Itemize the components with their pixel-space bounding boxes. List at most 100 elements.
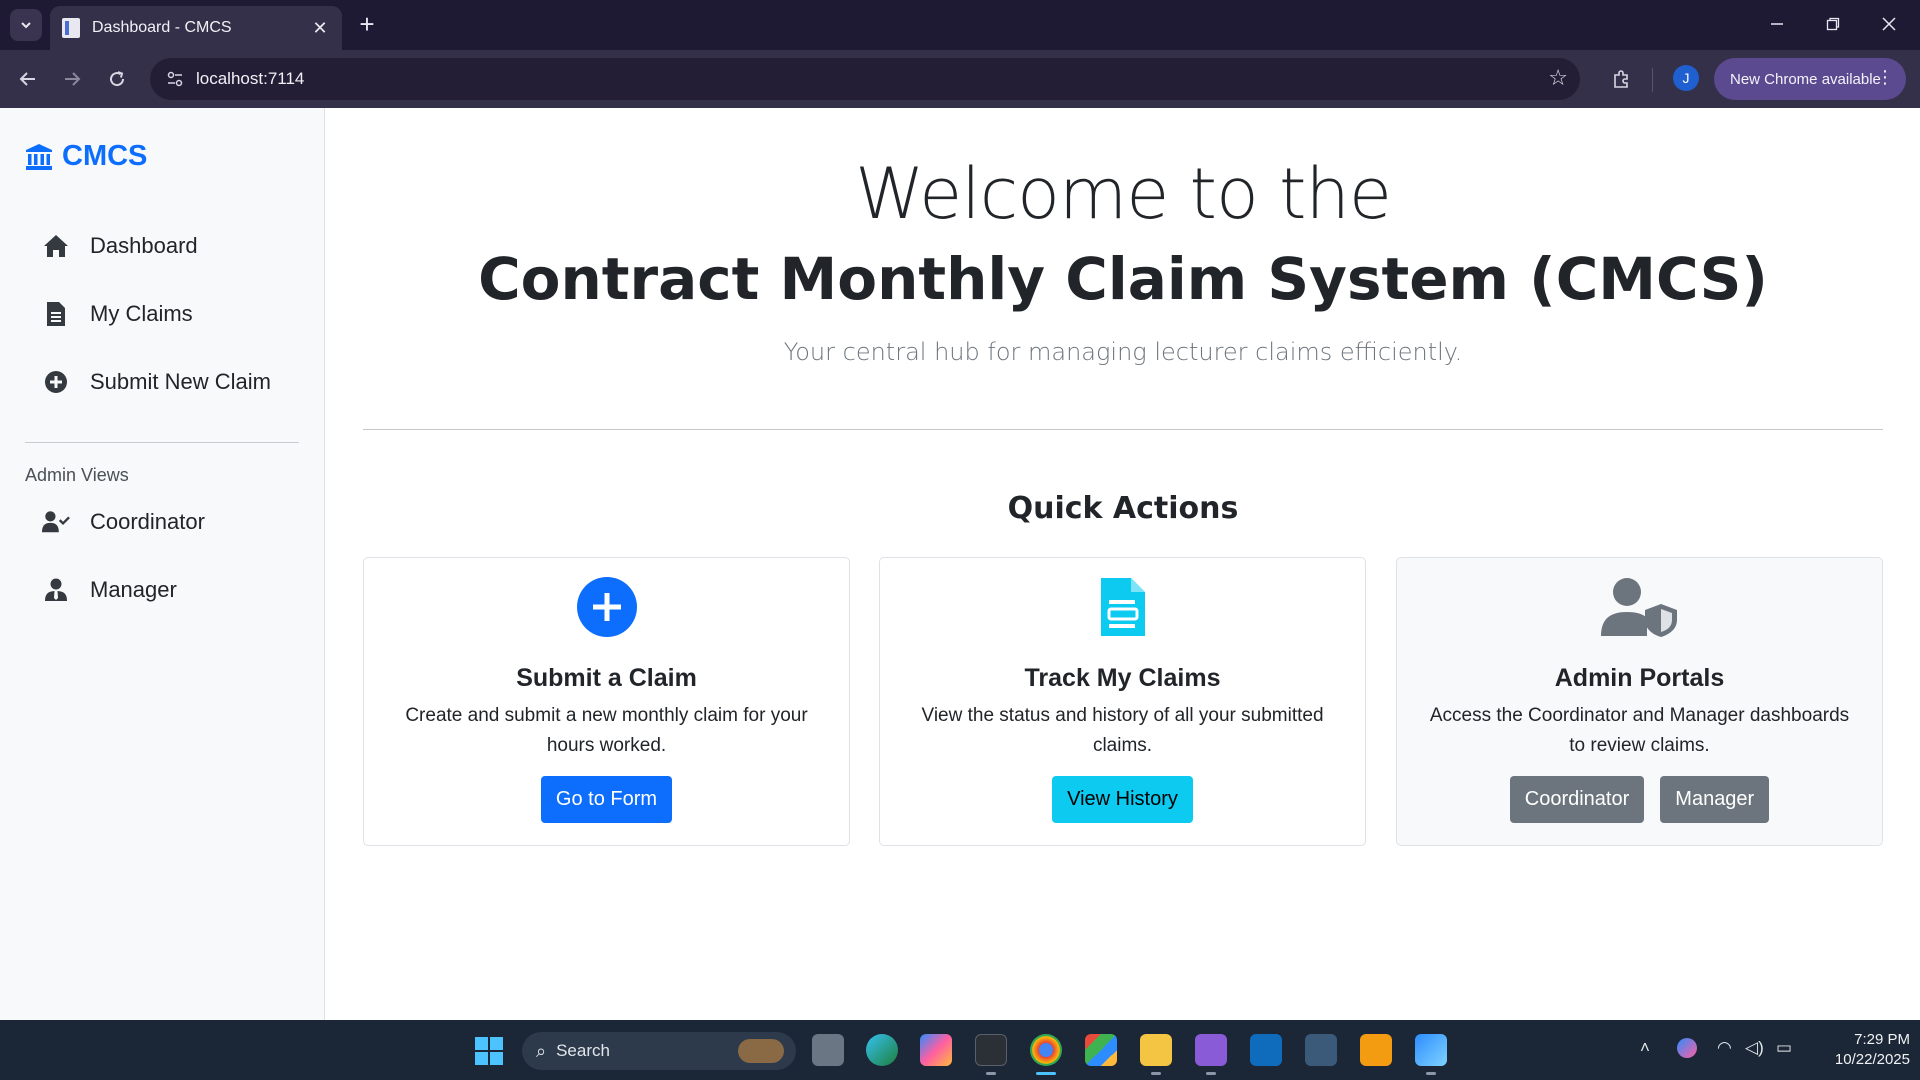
battery-icon[interactable]: ▭	[1776, 1038, 1792, 1058]
extensions-icon[interactable]	[1605, 63, 1637, 95]
admin-portals-card: Admin Portals Access the Coordinator and…	[1396, 557, 1883, 846]
home-icon	[42, 232, 70, 260]
file-explorer-icon[interactable]	[1140, 1034, 1172, 1066]
card-title: Admin Portals	[1554, 664, 1725, 692]
clock-date: 10/22/2025	[1834, 1051, 1910, 1068]
back-button[interactable]	[12, 63, 44, 95]
toolbar-separator	[1652, 68, 1653, 92]
edge-icon[interactable]	[866, 1034, 898, 1066]
card-text: View the status and history of all your …	[921, 705, 1324, 756]
reload-icon	[110, 71, 125, 87]
chrome-icon[interactable]	[1030, 1034, 1062, 1066]
arrow-left-icon	[19, 72, 35, 86]
store-icon[interactable]	[1085, 1034, 1117, 1066]
user-tie-icon	[42, 576, 70, 604]
lead-text: Your central hub for managing lecturer c…	[783, 338, 1463, 366]
photos-running-indicator	[1426, 1072, 1436, 1075]
welcome-heading: Welcome to the	[855, 153, 1392, 235]
more-menu-icon[interactable]: ⋮	[1876, 67, 1894, 88]
reload-button[interactable]	[101, 63, 133, 95]
bookmark-star-icon[interactable]: ☆	[1548, 65, 1568, 91]
track-claims-card: Track My Claims View the status and hist…	[879, 557, 1366, 846]
brand-link[interactable]: CMCS	[24, 140, 147, 173]
tab-title: Dashboard - CMCS	[92, 19, 232, 36]
windows-logo-icon	[475, 1037, 488, 1050]
page-title: Contract Monthly Claim System (CMCS)	[478, 245, 1768, 313]
sidebar-item-dashboard[interactable]: Dashboard	[42, 226, 198, 266]
card-title: Submit a Claim	[516, 664, 697, 692]
taskbar-clock[interactable]: 7:29 PM 10/22/2025	[1810, 1030, 1910, 1070]
database-tool-icon[interactable]	[1305, 1034, 1337, 1066]
forward-button[interactable]	[56, 63, 88, 95]
admin-views-heading: Admin Views	[25, 465, 129, 485]
close-tab-icon[interactable]: ✕	[310, 18, 330, 39]
tab-search-button[interactable]	[10, 9, 42, 41]
terminal-running-indicator	[986, 1072, 996, 1075]
sublime-text-icon[interactable]	[1360, 1034, 1392, 1066]
file-text-icon	[880, 576, 1365, 640]
view-history-button[interactable]: View History	[1052, 776, 1193, 823]
sidebar-item-my-claims[interactable]: My Claims	[42, 294, 193, 334]
new-chrome-label: New Chrome available	[1730, 70, 1881, 88]
chevron-down-icon	[21, 22, 31, 29]
browser-toolbar: localhost:7114 ☆	[0, 50, 1920, 108]
photos-icon[interactable]	[1415, 1034, 1447, 1066]
site-info-icon[interactable]	[160, 64, 190, 94]
plus-circle-icon	[364, 576, 849, 640]
clock-time: 7:29 PM	[1854, 1031, 1910, 1048]
chevron-up-icon[interactable]: ˄	[1640, 1038, 1650, 1058]
new-chrome-available-button[interactable]: New Chrome available ⋮	[1714, 58, 1906, 100]
user-shield-icon	[1397, 576, 1882, 640]
volume-icon[interactable]: ◁)	[1745, 1038, 1764, 1058]
card-actions: View History	[880, 776, 1365, 823]
sidebar-item-submit-new-claim[interactable]: Submit New Claim	[42, 362, 271, 402]
sidebar-item-label: My Claims	[90, 301, 193, 326]
coordinator-button[interactable]: Coordinator	[1509, 776, 1645, 823]
windows-start-button[interactable]	[475, 1037, 503, 1065]
copilot-tray-icon[interactable]	[1677, 1038, 1697, 1058]
user-check-icon	[42, 508, 70, 536]
os-taskbar: ⌕ Search ˄ ◠ ◁) ▭ 7:29 PM 10/22/2025	[0, 1020, 1920, 1080]
go-to-form-button[interactable]: Go to Form	[540, 776, 673, 823]
taskbar-search-label: Search	[556, 1041, 610, 1060]
sidebar-item-label: Submit New Claim	[90, 369, 271, 394]
new-tab-button[interactable]: +	[352, 10, 382, 40]
terminal-icon[interactable]	[975, 1034, 1007, 1066]
manager-button[interactable]: Manager	[1660, 776, 1770, 823]
restore-icon	[1826, 17, 1840, 31]
close-window-button[interactable]	[1866, 8, 1912, 40]
brand-name: CMCS	[62, 140, 148, 172]
bank-icon	[26, 143, 52, 170]
arrow-right-icon	[65, 72, 81, 86]
minimize-button[interactable]	[1754, 8, 1800, 40]
file-icon	[42, 300, 70, 328]
wifi-icon[interactable]: ◠	[1717, 1038, 1732, 1058]
sidebar-item-label: Dashboard	[90, 233, 198, 258]
sidebar-item-label: Coordinator	[90, 509, 205, 534]
card-title: Track My Claims	[1024, 664, 1221, 692]
sidebar-divider	[25, 442, 299, 443]
url-text[interactable]: localhost:7114	[196, 69, 304, 89]
search-icon: ⌕	[536, 1040, 547, 1061]
outlook-icon[interactable]	[1250, 1034, 1282, 1066]
submit-claim-card: Submit a Claim Create and submit a new m…	[363, 557, 850, 846]
browser-tab[interactable]: Dashboard - CMCS ✕	[50, 6, 342, 50]
visual-studio-icon[interactable]	[1195, 1034, 1227, 1066]
taskbar-search[interactable]: ⌕ Search	[522, 1032, 796, 1070]
sidebar-item-manager[interactable]: Manager	[42, 570, 177, 610]
sidebar-item-coordinator[interactable]: Coordinator	[42, 502, 205, 542]
main-content: Welcome to the Contract Monthly Claim Sy…	[326, 108, 1920, 1020]
close-icon	[1882, 17, 1896, 31]
restore-button[interactable]	[1810, 8, 1856, 40]
chrome-active-indicator	[1036, 1072, 1056, 1075]
quick-actions-heading: Quick Actions	[1007, 491, 1239, 526]
explorer-running-indicator	[1151, 1072, 1161, 1075]
profile-avatar[interactable]: J	[1673, 65, 1699, 91]
browser-tab-bar: Dashboard - CMCS ✕ +	[0, 0, 1920, 50]
task-view-icon[interactable]	[812, 1034, 844, 1066]
copilot-icon[interactable]	[920, 1034, 952, 1066]
address-bar[interactable]: localhost:7114 ☆	[150, 58, 1580, 100]
minimize-icon	[1771, 23, 1783, 25]
sidebar-item-label: Manager	[90, 577, 177, 602]
section-divider	[363, 429, 1883, 430]
